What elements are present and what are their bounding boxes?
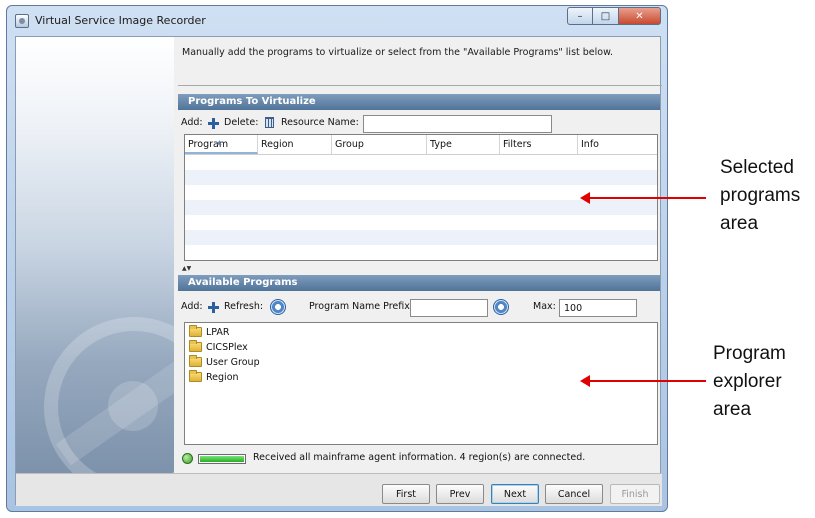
recorder-window: Virtual Service Image Recorder – □ ✕ Man… [6,5,668,512]
program-explorer-callout: Program explorer area [713,343,786,420]
column-header-program[interactable]: ▲ Program [185,135,258,154]
resource-name-label: Resource Name: [281,117,359,128]
tree-item-region[interactable]: Region [189,370,239,384]
next-button[interactable]: Next [491,484,539,504]
selected-area-arrow-icon [580,192,706,204]
apply-prefix-refresh-icon[interactable] [493,299,509,315]
selected-programs-callout: Selected programs area [720,157,801,234]
wizard-footer: First Prev Next Cancel Finish [16,473,662,506]
column-header-type[interactable]: Type [427,135,500,154]
minimize-button[interactable]: – [567,7,593,25]
folder-icon [189,370,202,382]
explorer-area-arrow-icon [580,375,706,387]
column-header-info[interactable]: Info [578,135,657,154]
tree-item-lpar[interactable]: LPAR [189,325,230,339]
progress-bar-fill [200,456,244,462]
delete-label: Delete: [224,117,259,128]
program-name-prefix-label: Program Name Prefix: [309,301,414,312]
dialog-client-area: Manually add the programs to virtualize … [15,36,662,506]
maximize-button[interactable]: □ [593,7,619,25]
max-label: Max: [533,301,556,312]
add-label: Add: [181,301,203,312]
refresh-icon[interactable] [270,299,286,315]
table-row[interactable] [185,245,657,260]
status-message: Received all mainframe agent information… [253,452,586,463]
available-programs-header: Available Programs [178,275,660,291]
delete-program-icon[interactable] [265,117,274,128]
refresh-label: Refresh: [224,301,264,312]
instruction-text: Manually add the programs to virtualize … [182,47,614,58]
table-row[interactable] [185,170,657,185]
logo-watermark-icon [44,317,174,473]
available-programs-panel: Available Programs Add: Refresh: Program… [178,275,660,447]
finish-button[interactable]: Finish [610,484,660,504]
folder-icon [189,325,202,337]
divider [178,85,662,86]
splitter-handle[interactable]: ▲▼ [182,265,191,272]
table-row[interactable] [185,155,657,170]
tree-item-cicsplex[interactable]: CICSPlex [189,340,248,354]
max-input[interactable] [559,299,637,317]
title-bar[interactable]: Virtual Service Image Recorder – □ ✕ [7,6,667,36]
sort-ascending-icon: ▲ [217,139,222,146]
cancel-button[interactable]: Cancel [545,484,603,504]
progress-bar [198,454,246,464]
table-row[interactable] [185,215,657,230]
resource-name-input[interactable] [363,115,552,133]
folder-icon [189,355,202,367]
decorative-sidebar [16,37,174,473]
connection-status-icon [182,453,193,464]
column-header-filters[interactable]: Filters [500,135,578,154]
first-button[interactable]: First [382,484,430,504]
add-label: Add: [181,117,203,128]
add-program-icon[interactable] [208,118,219,129]
folder-icon [189,340,202,352]
add-available-program-icon[interactable] [208,302,219,313]
close-button[interactable]: ✕ [619,7,661,25]
tree-item-user-group[interactable]: User Group [189,355,260,369]
column-header-region[interactable]: Region [258,135,332,154]
programs-to-virtualize-panel: Programs To Virtualize Add: Delete: Reso… [178,94,660,262]
programs-table-header: ▲ Program Region Group Type Filters Info [185,135,657,155]
prev-button[interactable]: Prev [436,484,484,504]
program-name-prefix-input[interactable] [410,299,488,317]
window-title: Virtual Service Image Recorder [35,14,206,27]
programs-to-virtualize-header: Programs To Virtualize [178,94,660,110]
column-header-group[interactable]: Group [332,135,427,154]
table-row[interactable] [185,230,657,245]
app-icon [15,14,29,28]
